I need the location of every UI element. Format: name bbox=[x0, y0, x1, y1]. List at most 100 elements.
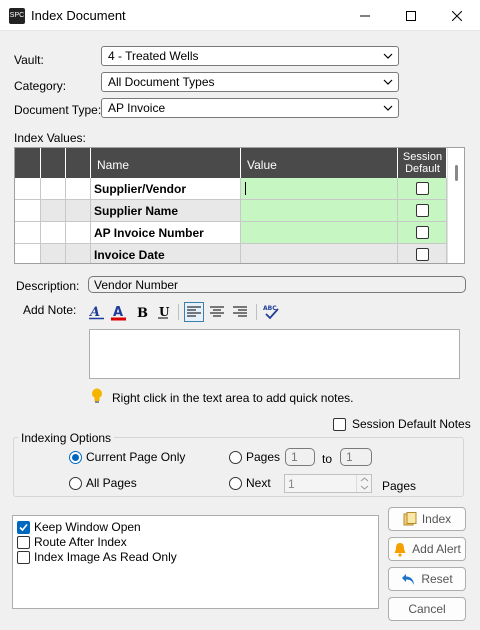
pages-label[interactable]: Pages bbox=[246, 450, 280, 464]
next-radio[interactable] bbox=[229, 477, 242, 490]
undo-icon bbox=[402, 573, 415, 585]
row-name: Supplier/Vendor bbox=[91, 178, 241, 200]
index-button[interactable]: Index bbox=[388, 507, 466, 531]
window-title: Index Document bbox=[31, 8, 126, 23]
font-icon: A bbox=[88, 305, 104, 320]
index-button-label: Index bbox=[421, 512, 452, 526]
keep-window-open-label[interactable]: Keep Window Open bbox=[34, 520, 141, 534]
reset-button[interactable]: Reset bbox=[388, 567, 466, 591]
row-selector[interactable] bbox=[15, 200, 41, 222]
current-page-only-label[interactable]: Current Page Only bbox=[86, 450, 185, 464]
font-button[interactable]: A bbox=[87, 302, 107, 322]
grid-header-rowsel bbox=[15, 148, 41, 178]
quick-notes-hint: Right click in the text area to add quic… bbox=[112, 391, 354, 405]
app-icon: SPC bbox=[9, 8, 25, 24]
row-value-input[interactable] bbox=[241, 178, 398, 200]
session-default-checkbox[interactable] bbox=[416, 204, 429, 217]
align-center-button[interactable] bbox=[207, 302, 227, 322]
category-value: All Document Types bbox=[108, 75, 215, 89]
description-field: Vendor Number bbox=[88, 276, 466, 293]
grid-header-col2 bbox=[66, 148, 91, 178]
all-pages-label[interactable]: All Pages bbox=[86, 476, 137, 490]
session-default-notes-label[interactable]: Session Default Notes bbox=[352, 417, 471, 431]
underline-icon: U bbox=[158, 305, 170, 319]
pages-to-label: to bbox=[322, 452, 333, 466]
grid-header-session-text: Session bbox=[402, 151, 443, 163]
route-after-index-checkbox[interactable] bbox=[17, 536, 30, 549]
minimize-button[interactable] bbox=[342, 0, 388, 31]
options-list: Keep Window Open Route After Index Index… bbox=[12, 515, 379, 609]
align-left-icon bbox=[187, 306, 201, 317]
vault-label: Vault: bbox=[14, 53, 44, 67]
grid-header-session-default[interactable]: Session Default bbox=[398, 148, 447, 178]
font-color-button[interactable]: A bbox=[109, 302, 129, 322]
svg-text:B: B bbox=[137, 306, 148, 321]
grid-scrollbar-thumb[interactable] bbox=[455, 165, 458, 181]
current-page-only-radio[interactable] bbox=[69, 451, 82, 464]
font-color-icon: A bbox=[111, 305, 126, 321]
title-bar: SPC Index Document bbox=[0, 0, 480, 31]
keep-window-open-checkbox[interactable] bbox=[17, 521, 30, 534]
spin-arrows-icon bbox=[360, 477, 369, 490]
table-row[interactable]: Invoice Date bbox=[15, 244, 447, 263]
row-selector[interactable] bbox=[15, 244, 41, 263]
toolbar-separator bbox=[256, 304, 257, 320]
index-values-grid[interactable]: Name Value Session Default Supplier/Vend… bbox=[14, 147, 465, 264]
align-right-button[interactable] bbox=[230, 302, 250, 322]
session-default-notes-checkbox[interactable] bbox=[333, 418, 346, 431]
description-label: Description: bbox=[16, 279, 80, 293]
next-pages-spin[interactable] bbox=[356, 475, 371, 492]
spellcheck-button[interactable]: ABC bbox=[261, 302, 281, 322]
bold-button[interactable]: B bbox=[131, 302, 151, 322]
next-label[interactable]: Next bbox=[246, 476, 271, 490]
all-pages-radio[interactable] bbox=[69, 477, 82, 490]
doctype-select[interactable]: AP Invoice bbox=[101, 98, 399, 118]
pages-from-input[interactable]: 1 bbox=[285, 448, 315, 466]
row-value-input[interactable] bbox=[241, 200, 398, 222]
grid-header-name-text: Name bbox=[97, 158, 130, 172]
table-row[interactable]: AP Invoice Number bbox=[15, 222, 447, 244]
table-row[interactable]: Supplier Name bbox=[15, 200, 447, 222]
next-pages-value: 1 bbox=[288, 477, 295, 491]
route-after-index-label[interactable]: Route After Index bbox=[34, 535, 127, 549]
row-name: AP Invoice Number bbox=[91, 222, 241, 244]
chevron-down-icon bbox=[383, 79, 393, 85]
close-button[interactable] bbox=[434, 0, 480, 31]
next-pages-suffix: Pages bbox=[382, 479, 417, 493]
category-select[interactable]: All Document Types bbox=[101, 72, 399, 92]
row-selector[interactable] bbox=[15, 178, 41, 200]
doctype-value: AP Invoice bbox=[108, 101, 166, 115]
session-default-checkbox[interactable] bbox=[416, 248, 429, 261]
row-name: Supplier Name bbox=[91, 200, 241, 222]
index-read-only-label[interactable]: Index Image As Read Only bbox=[34, 550, 177, 564]
row-value-input[interactable] bbox=[241, 244, 398, 263]
index-read-only-checkbox[interactable] bbox=[17, 551, 30, 564]
next-pages-stepper[interactable]: 1 bbox=[284, 474, 372, 493]
align-left-button[interactable] bbox=[184, 302, 204, 322]
index-icon bbox=[403, 512, 417, 526]
session-default-checkbox[interactable] bbox=[416, 226, 429, 239]
add-alert-button[interactable]: Add Alert bbox=[388, 537, 466, 561]
cancel-button[interactable]: Cancel bbox=[388, 597, 466, 621]
row-selector[interactable] bbox=[15, 222, 41, 244]
toolbar-separator bbox=[178, 304, 179, 320]
grid-scrollbar[interactable] bbox=[447, 148, 464, 263]
grid-header-default-text: Default bbox=[405, 163, 440, 175]
vault-select[interactable]: 4 - Treated Wells bbox=[101, 46, 399, 66]
pages-radio[interactable] bbox=[229, 451, 242, 464]
session-default-checkbox[interactable] bbox=[416, 182, 429, 195]
grid-header-value[interactable]: Value bbox=[241, 148, 398, 178]
row-value-input[interactable] bbox=[241, 222, 398, 244]
check-icon bbox=[19, 523, 28, 532]
grid-header-col1 bbox=[41, 148, 66, 178]
pages-to-input[interactable]: 1 bbox=[340, 448, 372, 466]
doctype-label: Document Type: bbox=[14, 103, 102, 117]
maximize-button[interactable] bbox=[388, 0, 434, 31]
underline-button[interactable]: U bbox=[153, 302, 173, 322]
spellcheck-icon: ABC bbox=[263, 305, 279, 320]
table-row[interactable]: Supplier/Vendor bbox=[15, 178, 447, 200]
minimize-icon bbox=[360, 15, 370, 16]
note-textarea[interactable] bbox=[89, 329, 460, 379]
grid-header-name[interactable]: Name bbox=[91, 148, 241, 178]
cancel-button-label: Cancel bbox=[408, 602, 446, 616]
